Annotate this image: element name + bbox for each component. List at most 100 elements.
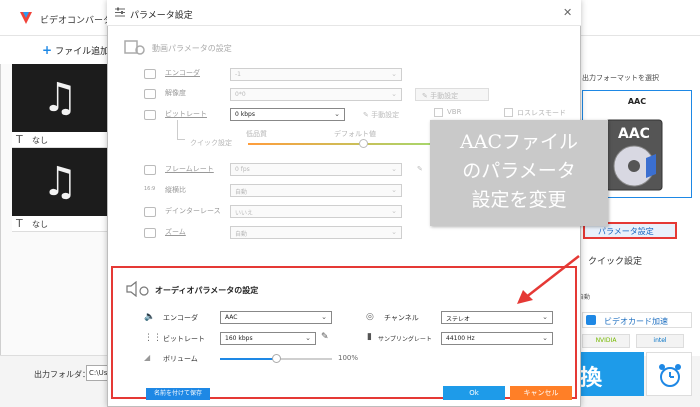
encoder-icon [144,69,156,79]
framerate-value: 0 fps [235,166,250,173]
chevron-down-icon: ⌄ [334,110,340,118]
resolution-label: 解像度 [165,89,186,97]
samplerate-label: サンプリングレート [378,336,432,343]
subtitle-value: なし [32,136,48,145]
video-encoder-select[interactable]: -1 ⌄ [230,68,402,81]
chevron-down-icon: ⌄ [305,334,311,342]
subtitle-row[interactable]: T なし [12,132,112,148]
lossless-label: ロスレスモード [517,109,566,117]
settings-sliders-icon [115,7,125,17]
music-note-icon: ♫ [42,75,78,121]
quality-slider-track[interactable] [248,143,430,145]
audio-bitrate-value: 160 kbps [225,335,253,342]
video-encoder-label: エンコーダ [165,69,200,77]
nvidia-badge: NVIDIA [582,334,630,348]
manual-setting-label: 手動設定 [430,92,459,100]
zoom-value: 自動 [235,231,248,238]
samplerate-value: 44100 Hz [446,335,475,342]
lossless-checkbox[interactable] [504,108,513,117]
alarm-clock-icon [659,364,681,387]
video-thumbnail[interactable]: ♫ [12,148,112,216]
volume-slider-fill [220,358,276,360]
subtitle-icon: T [16,133,23,146]
subtitle-icon: T [16,217,23,230]
audio-bitrate-select[interactable]: 160 kbps ⌄ [220,332,316,345]
save-as-button[interactable]: 名前を付けて保存 [146,388,210,400]
annotation-arrow-icon [517,255,580,304]
close-icon[interactable]: ✕ [563,6,572,19]
app-title: ビデオコンバータ [40,16,113,26]
audio-encoder-value: AAC [225,314,238,321]
samplerate-select[interactable]: 44100 Hz ⌄ [441,332,553,345]
deinterlace-value: いいえ [235,210,254,217]
manual-setting-button[interactable]: ✎ 手動設定 [415,88,489,101]
aac-icon-text: AAC [618,126,650,142]
gpu-accel-checkbox[interactable] [586,315,596,325]
audio-section-title: オーディオパラメータの設定 [155,286,259,295]
intel-badge: intel [636,334,684,348]
audio-bitrate-label: ビットレート [163,335,205,343]
chevron-down-icon: ⌄ [391,90,397,98]
microphone-icon: ▮ [367,332,372,342]
vbr-label: VBR [447,108,462,116]
quick-setting-label: クイック設定 [190,139,232,147]
video-thumbnail[interactable]: ♫ [12,64,112,132]
channel-icon: ◎ [366,312,374,322]
convert-label: 換 [580,366,603,391]
alarm-clock-button[interactable] [646,352,692,396]
tree-connector [177,120,185,140]
volume-icon: ◢ [144,353,151,362]
volume-label: ボリューム [163,355,198,363]
add-file-button[interactable]: + ファイル追加 [42,43,109,57]
chevron-down-icon: ⌄ [321,313,327,321]
pencil-icon: ✎ [417,165,423,173]
framerate-icon [144,165,156,175]
video-settings-icon [124,40,145,55]
video-encoder-value: -1 [235,71,241,78]
channel-label: チャンネル [384,314,419,322]
annotation-callout-text: AACファイル のパラメータ 設定を変更 [430,128,608,215]
chevron-down-icon: ⌄ [542,313,548,321]
vbr-checkbox[interactable] [434,108,443,117]
video-bitrate-label: ビットレート [165,110,207,118]
manual-setting-button[interactable]: ✎ 手動設定 [357,108,427,121]
channel-select[interactable]: ステレオ ⌄ [441,311,553,324]
default-value-label: デフォルト値 [334,130,376,138]
chevron-down-icon: ⌄ [391,70,397,78]
zoom-icon [144,228,156,238]
pencil-icon: ✎ [363,111,372,119]
aspect-label: 縦横比 [165,186,186,194]
callout-line: AACファイル [460,131,578,153]
framerate-select[interactable]: 0 fps ⌄ [230,163,402,176]
video-bitrate-select[interactable]: 0 kbps ⌄ [230,108,345,121]
zoom-select[interactable]: 自動 ⌄ [230,226,402,239]
chevron-down-icon: ⌄ [391,165,397,173]
channel-value: ステレオ [446,316,471,323]
music-note-icon: ♫ [42,159,78,205]
aspect-value: 自動 [235,189,248,196]
gpu-accel-label: ビデオカード加速 [604,317,668,326]
cancel-button[interactable]: キャンセル [510,386,572,400]
manual-setting-label: 手動設定 [371,111,400,119]
resolution-value: 0*0 [235,91,246,98]
quick-settings-label: クイック設定 [588,257,643,267]
quality-slider-handle[interactable] [359,139,368,148]
audio-encoder-select[interactable]: AAC ⌄ [220,311,332,324]
chevron-down-icon: ⌄ [391,186,397,194]
pencil-icon[interactable]: ✎ [321,332,329,342]
output-folder-label: 出力フォルダ： [34,370,90,379]
volume-value: 100% [338,354,359,362]
subtitle-row[interactable]: T なし [12,216,112,232]
aspect-select[interactable]: 自動 ⌄ [230,184,402,197]
resolution-icon [144,89,156,99]
bitrate-icon: ⋮⋮ [144,333,162,343]
app-logo-icon [20,12,32,24]
deinterlace-select[interactable]: いいえ ⌄ [230,205,402,218]
aspect-icon: 16:9 [144,186,156,192]
volume-slider-handle[interactable] [272,354,281,363]
resolution-select[interactable]: 0*0 ⌄ [230,88,402,101]
add-file-label: ファイル追加 [55,47,110,57]
video-section-title: 動画パラメータの設定 [152,44,232,53]
audio-encoder-label: エンコーダ [163,314,198,322]
ok-button[interactable]: Ok [443,386,505,400]
